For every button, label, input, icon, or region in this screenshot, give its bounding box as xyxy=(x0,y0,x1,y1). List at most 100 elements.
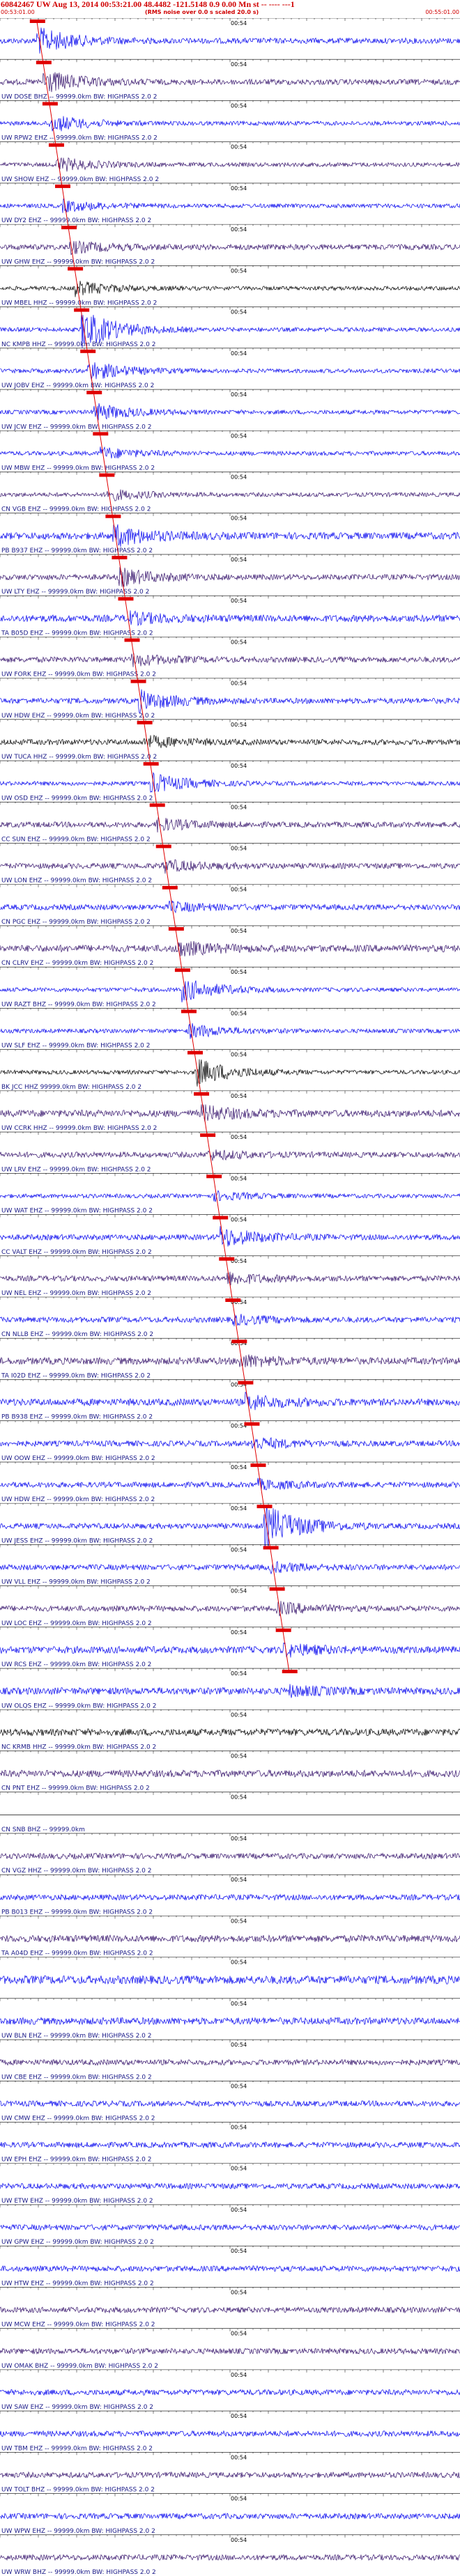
station-label: UW MBEL HHZ -- 99999.0km BW: HIGHPASS 2.… xyxy=(1,300,157,307)
time-label: 00:54 xyxy=(231,350,247,357)
waveform xyxy=(0,2471,460,2479)
phase-pick-marker xyxy=(54,184,70,188)
time-label: 00:54 xyxy=(231,1505,247,1512)
station-label: UW GHW EHZ -- 99999.0km BW: HIGHPASS 2.0… xyxy=(1,258,155,265)
time-label: 00:54 xyxy=(231,598,247,604)
waveform xyxy=(0,900,460,913)
time-label: 00:54 xyxy=(231,1546,247,1553)
waveform xyxy=(0,1437,460,1450)
time-label: 00:54 xyxy=(231,2331,247,2337)
waveform xyxy=(0,859,460,874)
time-label: 00:54 xyxy=(231,2289,247,2295)
phase-pick-marker xyxy=(29,20,45,23)
time-label: 00:54 xyxy=(231,1794,247,1801)
station-label: UW BLN EHZ -- 99999.0km BW: HIGHPASS 2.0… xyxy=(1,2033,152,2040)
phase-pick-marker xyxy=(48,143,64,147)
time-label: 00:54 xyxy=(231,391,247,398)
time-label: 00:54 xyxy=(231,2083,247,2089)
station-label: UW CMW EHZ -- 99999.0km BW: HIGHPASS 2.0… xyxy=(1,2116,155,2123)
time-label: 00:54 xyxy=(231,1712,247,1718)
trace-row: CN PNT EHZ -- 99999.0km BW: HIGHPASS 2.0… xyxy=(0,1751,460,1792)
waveform xyxy=(0,72,460,93)
waveform xyxy=(0,653,460,667)
phase-pick-marker xyxy=(194,1092,210,1096)
trace-row: UW MBW EHZ -- 99999.0km BW: HIGHPASS 2.0… xyxy=(0,430,460,472)
phase-pick-marker xyxy=(74,308,90,312)
time-label: 00:54 xyxy=(231,267,247,274)
station-label: UW HDW EHZ -- 99999.0km BW: HIGHPASS 2.0… xyxy=(1,713,155,720)
plot-header: 60842467 UW Aug 13, 2014 00:53:21.00 48.… xyxy=(0,0,460,18)
station-label: NC KRMB HHZ -- 99999.0km BW: HIGHPASS 2.… xyxy=(1,1744,156,1751)
trace-row: UW NEL EHZ -- 99999.0km BW: HIGHPASS 2.0… xyxy=(0,1255,460,1297)
time-label: 00:54 xyxy=(231,1010,247,1016)
trace-row: UW HDW EHZ -- 99999.0km BW: HIGHPASS 2.0… xyxy=(0,678,460,720)
station-label: UW EPH EHZ -- 99999.0km BW: HIGHPASS 2.0… xyxy=(1,2157,151,2164)
station-label: UW RCS EHZ -- 99999.0km BW: HIGHPASS 2.0… xyxy=(1,1661,151,1668)
station-label: UW CCRK HHZ -- 99999.0km BW: HIGHPASS 2.… xyxy=(1,1125,157,1132)
waveform xyxy=(0,2058,460,2066)
seismogram-plot: 00:54 UW DOSE BHZ -- 99999.0km BW: HIGHPA… xyxy=(0,18,460,2576)
time-label: 00:54 xyxy=(231,557,247,563)
station-label: UW MBW EHZ -- 99999.0km BW: HIGHPASS 2.0… xyxy=(1,465,155,472)
trace-row: PB B937 EHZ -- 99999.0km BW: HIGHPASS 2.… xyxy=(0,513,460,554)
time-label: 00:54 xyxy=(231,2413,247,2419)
waveform xyxy=(0,2389,460,2396)
time-label: 00:54 xyxy=(231,20,247,26)
time-label: 00:54 xyxy=(231,61,247,68)
time-label: 00:54 xyxy=(231,1588,247,1595)
time-label: 00:54 xyxy=(231,2207,247,2213)
trace-row: UW HTW EHZ -- 99999.0km BW: HIGHPASS 2.0… xyxy=(0,2245,460,2287)
waveform xyxy=(0,567,460,587)
trace-row: PB B013 EHZ -- 99999.0km BW: HIGHPASS 2.… xyxy=(0,1874,460,1916)
time-label: 00:54 xyxy=(231,144,247,150)
phase-pick-marker xyxy=(275,1628,291,1632)
waveform xyxy=(0,734,460,748)
waveform xyxy=(0,1354,460,1367)
phase-pick-marker xyxy=(162,885,178,890)
station-label: UW RPW2 EHZ -- 99999.0km BW: HIGHPASS 2.… xyxy=(1,135,158,142)
trace-row: BK JCC HHZ 99999.0km BW: HIGHPASS 2.0 2 0… xyxy=(0,1049,460,1091)
waveform xyxy=(0,362,460,380)
waveform xyxy=(0,1934,460,1943)
time-label: 00:54 xyxy=(231,681,247,687)
phase-pick-marker xyxy=(61,226,77,230)
time-label: 00:54 xyxy=(231,2454,247,2460)
trace-row: CN NLLB EHZ -- 99999.0km BW: HIGHPASS 2.… xyxy=(0,1296,460,1338)
phase-pick-marker xyxy=(263,1546,279,1550)
trace-row: UW SHOW EHZ -- 99999.0km BW: HIGHPASS 2.… xyxy=(0,141,460,183)
trace-row: UW HDW EHZ -- 99999.0km BW: HIGHPASS 2.0… xyxy=(0,1461,460,1503)
trace-row: UW OSD EHZ -- 99999.0km BW: HIGHPASS 2.0… xyxy=(0,760,460,802)
waveform xyxy=(0,1149,460,1161)
time-label: 00:54 xyxy=(231,309,247,316)
trace-row: UW RCS EHZ -- 99999.0km BW: HIGHPASS 2.0… xyxy=(0,1627,460,1668)
trace-row: UW JCW EHZ -- 99999.0km BW: HIGHPASS 2.0… xyxy=(0,389,460,430)
trace-row: 00:54 xyxy=(0,1957,460,1985)
time-label: 00:54 xyxy=(231,1052,247,1058)
station-label: UW CBE EHZ -- 99999.0km BW: HIGHPASS 2.0… xyxy=(1,2074,152,2081)
station-label: UW HTW EHZ -- 99999.0km BW: HIGHPASS 2.0… xyxy=(1,2280,154,2287)
waveform xyxy=(0,116,460,132)
waveform xyxy=(0,817,460,833)
phase-pick-marker xyxy=(168,926,184,931)
time-label: 00:54 xyxy=(231,185,247,192)
time-label: 00:54 xyxy=(231,433,247,439)
station-label: UW JCW EHZ -- 99999.0km BW: HIGHPASS 2.0… xyxy=(1,424,151,430)
time-label: 00:54 xyxy=(231,515,247,522)
phase-pick-marker xyxy=(256,1505,273,1509)
station-label: UW LTY EHZ -- 99999.0km BW: HIGHPASS 2.0… xyxy=(1,589,149,596)
time-label: 00:54 xyxy=(231,1918,247,1924)
trace-row: UW CBE EHZ -- 99999.0km BW: HIGHPASS 2.0… xyxy=(0,2039,460,2081)
phase-pick-marker xyxy=(219,1257,235,1261)
phase-pick-marker xyxy=(200,1133,216,1138)
station-label: NC KMPB HHZ -- 99999.0km BW: HIGHPASS 2.… xyxy=(1,341,155,348)
time-label: 00:54 xyxy=(231,2042,247,2048)
trace-row: UW WRW BHZ -- 99999.0km BW: HIGHPASS 2.0… xyxy=(0,2534,460,2576)
trace-row: CN CLRV EHZ -- 99999.0km BW: HIGHPASS 2.… xyxy=(0,925,460,967)
trace-row: UW JOBV EHZ -- 99999.0km BW: HIGHPASS 2.… xyxy=(0,348,460,389)
waveform xyxy=(0,199,460,213)
time-label: 00:54 xyxy=(231,969,247,975)
trace-row: TA A04D EHZ -- 99999.0km BW: HIGHPASS 2.… xyxy=(0,1916,460,1957)
time-label: 00:54 xyxy=(231,2125,247,2131)
time-label: 00:54 xyxy=(231,2372,247,2378)
waveform xyxy=(0,2347,460,2355)
